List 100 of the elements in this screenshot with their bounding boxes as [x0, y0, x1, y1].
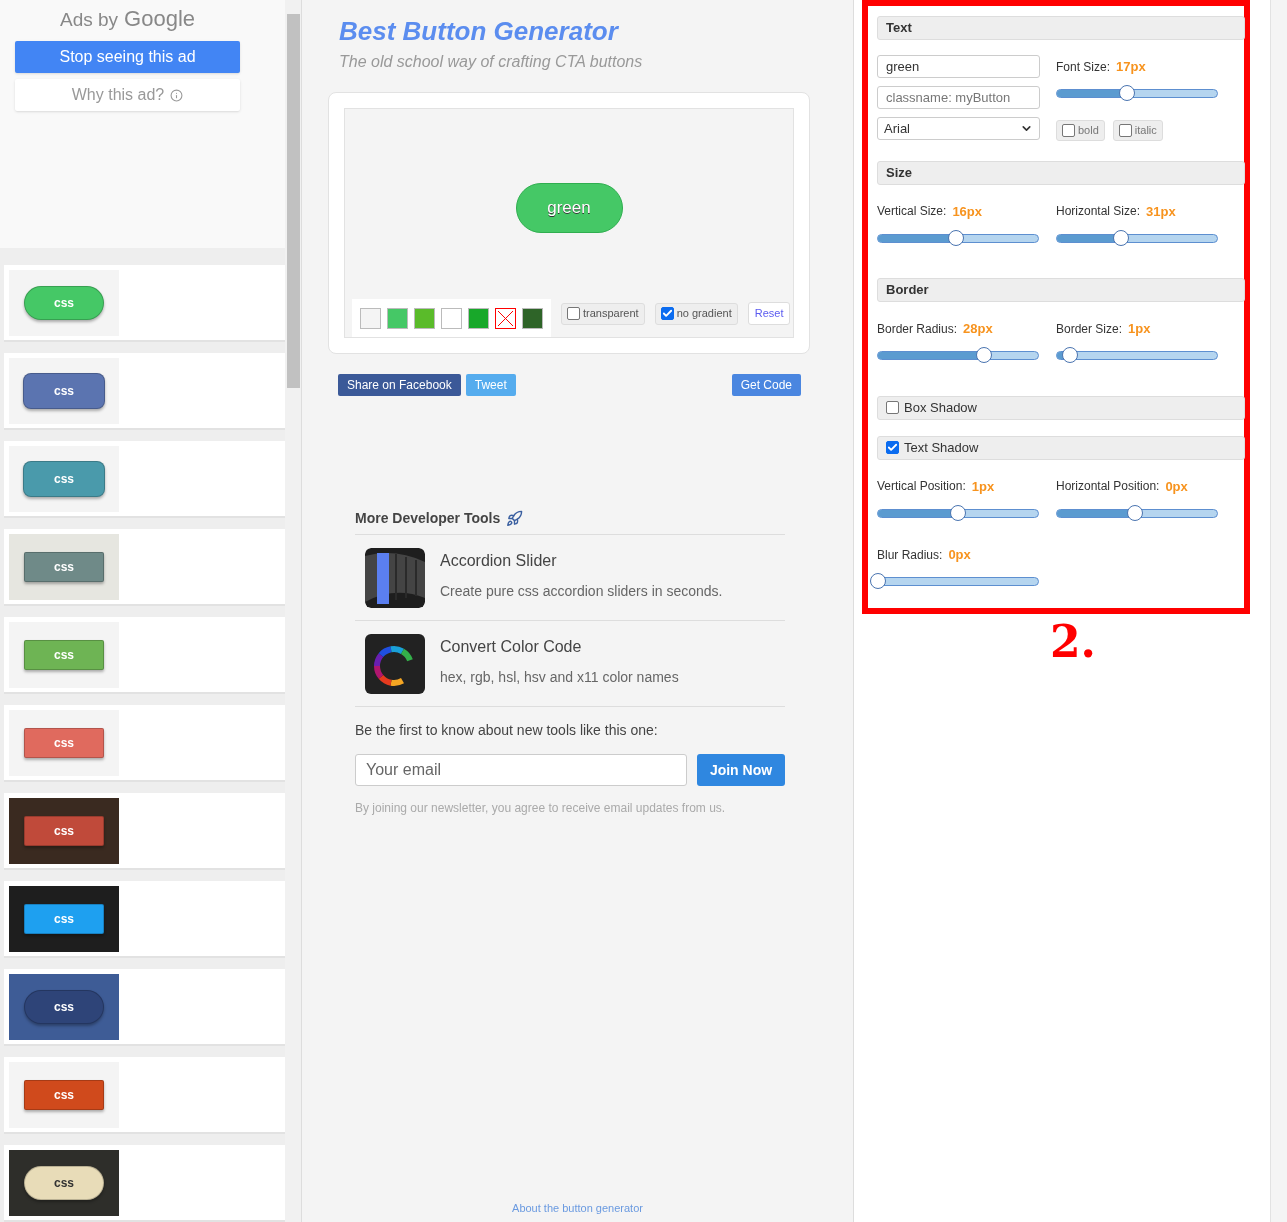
preset-card[interactable]: css	[4, 881, 285, 958]
preset-button[interactable]: css	[23, 372, 105, 409]
checkbox[interactable]	[886, 401, 899, 414]
style-toggle[interactable]: italic	[1112, 119, 1163, 141]
section-header: Size	[877, 160, 1245, 185]
about-link[interactable]: About the button generator	[302, 1200, 853, 1217]
accordion-slider-icon	[365, 547, 425, 608]
tool-item[interactable]: Accordion Slider Create pure css accordion sliders in seconds.	[355, 535, 785, 621]
color-swatch[interactable]	[522, 307, 543, 329]
tool-description: hex, rgb, hsl, hsv and x11 color names	[440, 668, 679, 687]
stop-ad-button[interactable]: Stop seeing this ad	[15, 41, 240, 73]
slider-value: 28px	[963, 320, 993, 338]
preset-card[interactable]: css	[4, 353, 285, 430]
slider-label: Horizontal Position:	[1056, 478, 1160, 496]
checkbox[interactable]	[1118, 123, 1132, 137]
preset-button[interactable]: css	[24, 551, 104, 582]
email-field[interactable]: Your email	[355, 754, 687, 786]
check-icon	[661, 308, 673, 319]
color-swatch[interactable]	[441, 307, 462, 329]
slider-thumb[interactable]	[948, 229, 965, 246]
get-code-button[interactable]: Get Code	[731, 374, 801, 396]
info-icon	[170, 88, 184, 102]
newsletter-prompt: Be the first to know about new tools like this one:	[355, 721, 659, 740]
slider-thumb[interactable]	[1127, 504, 1144, 521]
preset-button[interactable]: css	[24, 727, 104, 758]
preset-button[interactable]: css	[24, 285, 104, 320]
preset-card[interactable]: css	[4, 793, 285, 870]
newsletter-note: By joining our newsletter, you agree to receive email updates from us.	[355, 800, 727, 817]
color-swatch[interactable]	[468, 307, 489, 329]
box-shadow-header: Box Shadow	[877, 395, 1245, 420]
color-swatch[interactable]	[360, 307, 381, 329]
slider-value: 1px	[1128, 320, 1151, 338]
ad-brand: Google	[124, 5, 195, 33]
slider-label: Horizontal Size:	[1056, 203, 1141, 221]
slider-value: 31px	[1146, 202, 1176, 221]
font-select[interactable]: Arial	[877, 117, 1040, 140]
style-toggle[interactable]: bold	[1056, 119, 1105, 141]
rocket-icon	[506, 510, 524, 527]
tool-title: Accordion Slider	[440, 551, 558, 571]
checkbox[interactable]	[567, 307, 580, 320]
step-number: 2.	[1050, 620, 1096, 664]
slider-thumb[interactable]	[975, 347, 992, 363]
section-header: Text	[877, 16, 1245, 40]
section-header: Border	[877, 278, 1245, 302]
preset-button[interactable]: css	[24, 815, 104, 846]
preset-card[interactable]: css	[4, 969, 285, 1046]
preset-button[interactable]: css	[24, 989, 104, 1024]
preset-card[interactable]: css	[4, 1145, 285, 1222]
tweet-button[interactable]: Tweet	[465, 374, 516, 396]
page-subtitle: The old school way of crafting CTA buttons	[339, 52, 644, 72]
slider-thumb[interactable]	[950, 504, 966, 521]
tools-heading: More Developer Tools	[355, 509, 501, 528]
slider-label: Font Size:	[1056, 58, 1111, 76]
why-ad-button[interactable]: Why this ad?	[15, 79, 240, 111]
slider-label: Vertical Size:	[877, 203, 947, 221]
facebook-share-button[interactable]: Share on Facebook	[338, 374, 461, 396]
join-now-button[interactable]: Join Now	[697, 754, 785, 786]
preset-button[interactable]: css	[24, 1079, 104, 1110]
check-icon	[887, 442, 898, 453]
slider-label: Blur Radius:	[877, 546, 943, 564]
preset-card[interactable]: css	[4, 265, 285, 342]
slider-value: 16px	[952, 202, 982, 221]
preset-button[interactable]: css	[24, 1165, 104, 1200]
option-toggle[interactable]: no gradient	[654, 302, 738, 325]
preview-button[interactable]: green	[515, 183, 623, 233]
slider-value: 0px	[1165, 477, 1188, 496]
classname-field[interactable]: classname: myButton	[877, 86, 1040, 109]
checkbox[interactable]	[1062, 123, 1075, 137]
checkbox[interactable]	[886, 441, 899, 454]
page-title: Best Button Generator	[339, 15, 620, 48]
color-wheel-icon	[365, 633, 425, 694]
color-swatch[interactable]	[387, 307, 408, 329]
preset-card[interactable]: css	[4, 529, 285, 606]
slider-thumb[interactable]	[1113, 229, 1129, 246]
preset-button[interactable]: css	[24, 903, 104, 934]
text-shadow-header: Text Shadow	[877, 435, 1245, 460]
slider-value: 17px	[1116, 58, 1146, 76]
slider-value: 0px	[948, 546, 971, 564]
slider-thumb[interactable]	[1119, 85, 1136, 101]
tool-description: Create pure css accordion sliders in seconds.	[440, 582, 723, 601]
tool-item[interactable]: Convert Color Code hex, rgb, hsl, hsv and x11 color names	[355, 621, 785, 707]
reset-button[interactable]: Reset	[747, 302, 791, 325]
slider-value: 1px	[971, 477, 995, 496]
option-toggle[interactable]: transparent	[561, 302, 645, 325]
preset-card[interactable]: css	[4, 705, 285, 782]
text-field[interactable]: green	[877, 55, 1040, 78]
preset-button[interactable]: css	[24, 639, 104, 670]
slider-thumb[interactable]	[870, 573, 886, 589]
preset-button[interactable]: css	[23, 460, 105, 497]
tool-title: Convert Color Code	[440, 637, 583, 657]
preset-card[interactable]: css	[4, 617, 285, 694]
checkbox[interactable]	[660, 307, 674, 320]
slider-label: Border Size:	[1056, 320, 1123, 338]
preset-card[interactable]: css	[4, 441, 285, 518]
color-swatch[interactable]	[414, 307, 435, 329]
slider-label: Vertical Position:	[877, 478, 966, 496]
ad-label: Ads by	[59, 8, 119, 32]
slider-thumb[interactable]	[1061, 347, 1078, 363]
no-color-swatch[interactable]	[495, 307, 516, 329]
preset-card[interactable]: css	[4, 1057, 285, 1134]
